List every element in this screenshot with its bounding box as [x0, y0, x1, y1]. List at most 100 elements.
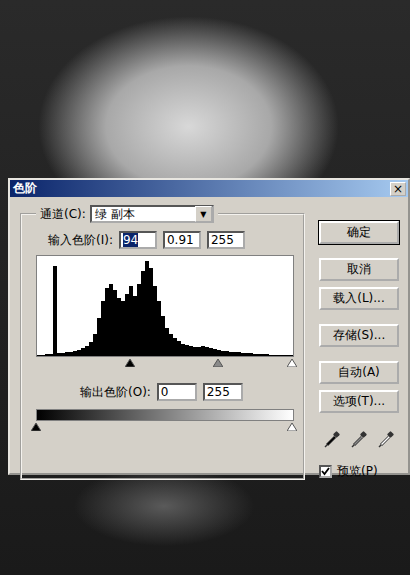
histogram-bar	[81, 348, 85, 356]
preview-label: 预览(P)	[337, 463, 378, 480]
histogram-bar	[49, 354, 53, 356]
checkbox-box[interactable]	[319, 465, 332, 478]
histogram-bar	[281, 355, 285, 356]
histogram-bar	[125, 294, 129, 356]
histogram-bar	[129, 286, 133, 356]
dropdown-arrow-icon[interactable]: ▼	[195, 206, 212, 222]
dialog-button[interactable]: 取消	[319, 258, 399, 281]
histogram-bar	[113, 290, 117, 356]
histogram-bar	[61, 353, 65, 356]
histogram-bar	[105, 288, 109, 356]
histogram-bar	[221, 351, 225, 356]
histogram-bar	[121, 301, 125, 356]
levels-dialog: 色阶 × 通道(C):绿 副本▼ 输入色阶(I): 94 0.91 255 输出色阶(O): 0…	[8, 178, 410, 475]
dialog-button[interactable]: 选项(T)...	[319, 390, 399, 413]
histogram-bar	[145, 261, 149, 356]
histogram-bar	[73, 351, 77, 356]
histogram-bar	[141, 271, 145, 356]
input-levels-label: 输入色阶(I):	[48, 232, 113, 249]
histogram-bar	[277, 355, 281, 356]
output-slider-track[interactable]	[36, 423, 292, 433]
eyedropper-icon[interactable]	[350, 431, 368, 449]
output-gradient	[36, 409, 294, 421]
histogram-bar	[193, 347, 197, 356]
histogram-bar	[37, 355, 41, 356]
histogram-bar	[185, 345, 189, 356]
histogram-bar	[289, 355, 293, 356]
input-level-field[interactable]: 0.91	[163, 231, 201, 249]
histogram-bar	[197, 347, 201, 356]
histogram-bar	[69, 352, 73, 356]
histogram-bar	[201, 346, 205, 356]
histogram-bar	[137, 284, 141, 356]
histogram-bar	[133, 296, 137, 356]
histogram-bar	[101, 301, 105, 356]
input-levels-row: 输入色阶(I): 94 0.91 255	[48, 231, 303, 249]
slider-thumb-icon[interactable]	[213, 359, 223, 367]
input-slider-track[interactable]	[36, 359, 292, 369]
histogram-bar	[85, 346, 89, 356]
histogram-bar	[233, 352, 237, 356]
dialog-button[interactable]: 确定	[319, 221, 399, 244]
eyedropper-group	[319, 431, 399, 449]
slider-thumb-icon[interactable]	[287, 423, 297, 431]
eyedropper-icon[interactable]	[323, 431, 341, 449]
eyedropper-icon[interactable]	[377, 431, 395, 449]
histogram-bar	[109, 284, 113, 356]
slider-thumb-icon[interactable]	[287, 359, 297, 367]
slider-thumb-icon[interactable]	[125, 359, 135, 367]
channel-row: 通道(C):绿 副本▼	[36, 205, 218, 223]
histogram-bar	[77, 350, 81, 356]
histogram-bar	[45, 354, 49, 356]
histogram-bar	[217, 350, 221, 356]
histogram-bar	[229, 352, 233, 356]
histogram-bar	[245, 353, 249, 356]
histogram-bar	[249, 353, 253, 356]
histogram-bar	[65, 352, 69, 356]
output-levels-row: 输出色阶(O): 0 255	[80, 383, 303, 401]
histogram-bar	[177, 341, 181, 356]
histogram-bar	[169, 334, 173, 356]
slider-thumb-icon[interactable]	[31, 423, 41, 431]
histogram-bar	[225, 351, 229, 356]
histogram-bar	[89, 342, 93, 356]
histogram-bar	[253, 354, 257, 356]
title-bar[interactable]: 色阶 ×	[10, 180, 408, 197]
histogram-bar	[241, 353, 245, 356]
histogram-bar	[57, 353, 61, 356]
checkmark-icon	[321, 467, 330, 476]
histogram-bar	[285, 355, 289, 356]
histogram-bar	[181, 344, 185, 356]
histogram-bar	[213, 349, 217, 356]
histogram-bar	[149, 268, 153, 356]
output-level-field[interactable]: 255	[203, 383, 243, 401]
histogram-bar	[237, 352, 241, 356]
histogram-bar	[153, 286, 157, 356]
histogram-bar	[189, 346, 193, 356]
histogram-bar	[97, 318, 101, 356]
channel-select[interactable]: 绿 副本▼	[90, 205, 214, 223]
histogram-bar	[157, 301, 161, 356]
histogram-bar	[41, 355, 45, 356]
dialog-button[interactable]: 存储(S)...	[319, 324, 399, 347]
close-button[interactable]: ×	[390, 182, 406, 196]
histogram-bar	[261, 354, 265, 356]
histogram-bar	[53, 266, 57, 356]
histogram-bar	[269, 355, 273, 356]
dialog-button[interactable]: 载入(L)...	[319, 287, 399, 310]
histogram-bar	[205, 347, 209, 356]
output-levels-label: 输出色阶(O):	[80, 384, 151, 401]
levels-group: 通道(C):绿 副本▼ 输入色阶(I): 94 0.91 255 输出色阶(O): 0 255	[20, 205, 305, 480]
window-title: 色阶	[13, 180, 37, 197]
output-level-field[interactable]: 0	[157, 383, 197, 401]
histogram-bar	[161, 316, 165, 356]
preview-checkbox[interactable]: 预览(P)	[319, 463, 399, 480]
histogram-bar	[93, 334, 97, 356]
channel-label: 通道(C):	[40, 206, 86, 223]
histogram-bar	[209, 348, 213, 356]
dialog-button[interactable]: 自动(A)	[319, 361, 399, 384]
histogram	[36, 255, 294, 357]
photo-canvas: 色阶 × 通道(C):绿 副本▼ 输入色阶(I): 94 0.91 255 输出色阶(O): 0…	[0, 0, 410, 575]
input-level-field[interactable]: 255	[207, 231, 245, 249]
input-level-field[interactable]: 94	[119, 231, 157, 249]
